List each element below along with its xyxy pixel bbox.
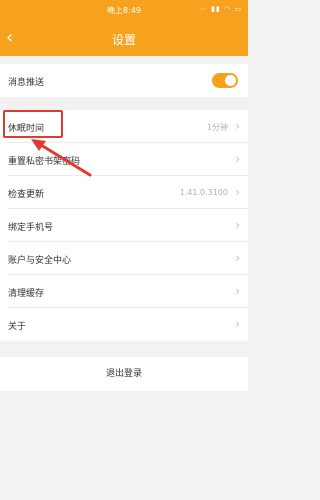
- status-bar: 晚上8:49 ⋯ ▮▮ ◠ ▭: [0, 0, 248, 22]
- chevron-right-icon: ›: [235, 284, 240, 298]
- setting-label: 重置私密书架密码: [8, 157, 81, 167]
- app-header: ‹ 设置: [0, 22, 248, 56]
- setting-label: 检查更新: [8, 190, 45, 200]
- setting-account-security[interactable]: 账户与安全中心 ›: [0, 242, 248, 275]
- setting-label: 关于: [8, 322, 27, 332]
- setting-about[interactable]: 关于 ›: [0, 308, 248, 341]
- annotation-highlight-box: [3, 110, 63, 138]
- push-toggle[interactable]: [212, 73, 238, 88]
- chevron-right-icon: ›: [235, 218, 240, 232]
- setting-push[interactable]: 消息推送: [0, 64, 248, 97]
- page-title: 设置: [111, 33, 136, 47]
- setting-label: 绑定手机号: [8, 223, 54, 233]
- chevron-right-icon: ›: [235, 251, 240, 265]
- chevron-right-icon: ›: [235, 185, 240, 199]
- setting-bind-phone[interactable]: 绑定手机号 ›: [0, 209, 248, 242]
- setting-label: 账户与安全中心: [8, 256, 72, 266]
- toggle-knob: [225, 75, 236, 86]
- chevron-right-icon: ›: [235, 317, 240, 331]
- setting-clear-cache[interactable]: 清理缓存 ›: [0, 275, 248, 308]
- setting-value: 1分钟: [206, 123, 228, 132]
- version-value: 1.41.0.3100: [179, 188, 228, 197]
- setting-reset-password[interactable]: 重置私密书架密码 ›: [0, 143, 248, 176]
- setting-check-update[interactable]: 检查更新 1.41.0.3100 ›: [0, 176, 248, 209]
- setting-label: 清理缓存: [8, 289, 45, 299]
- setting-label: 消息推送: [8, 78, 45, 88]
- chevron-right-icon: ›: [235, 152, 240, 166]
- chevron-right-icon: ›: [235, 119, 240, 133]
- system-status-icons: ⋯ ▮▮ ◠ ▭: [199, 5, 242, 13]
- logout-button[interactable]: 退出登录: [0, 357, 248, 391]
